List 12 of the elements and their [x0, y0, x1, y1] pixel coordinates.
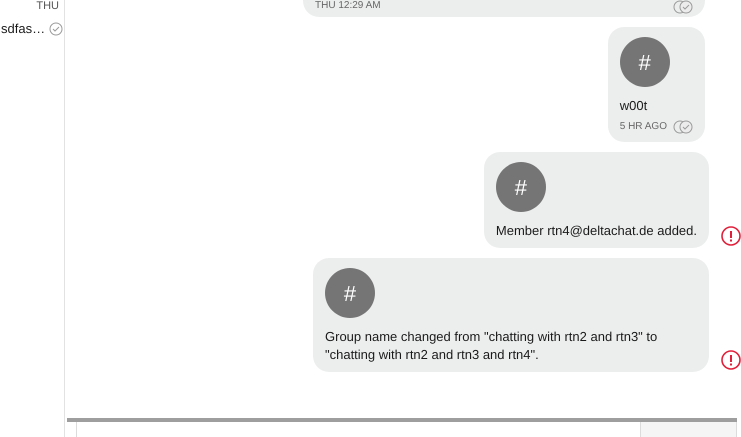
message-text: Group name changed from "chatting with rtn2 and rtn3" to "chatting with rtn2 and rtn3 and rtn4".	[325, 328, 658, 364]
chat-date: THU	[36, 1, 60, 12]
group-avatar: #	[325, 268, 375, 318]
message-text: Member rtn4@deltachat.de added.	[496, 222, 697, 240]
message-time: THU 12:29 AM	[315, 0, 381, 11]
message-time: 5 HR AGO	[620, 120, 667, 134]
group-avatar: #	[620, 37, 670, 87]
message-text: w00t	[620, 97, 648, 115]
chat-preview: sdfas…	[1, 20, 46, 38]
double-check-icon	[673, 120, 693, 134]
group-avatar: #	[496, 162, 546, 212]
check-circle-icon	[49, 22, 64, 36]
